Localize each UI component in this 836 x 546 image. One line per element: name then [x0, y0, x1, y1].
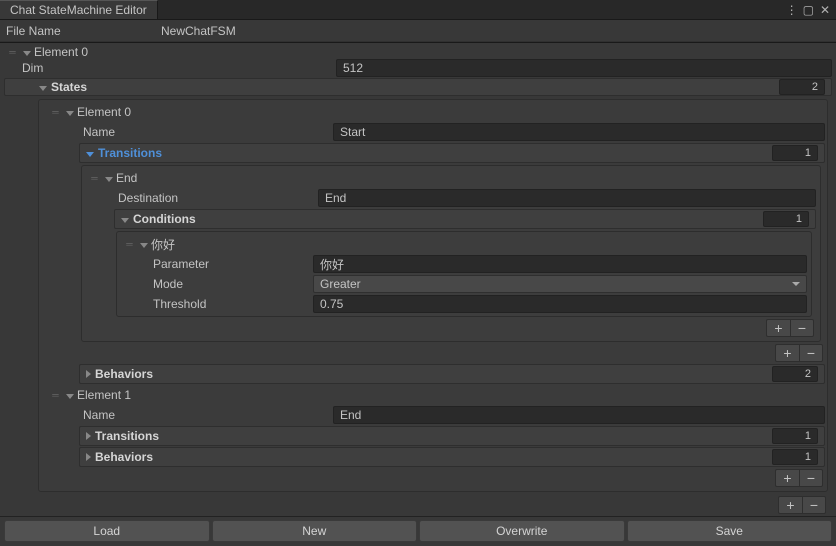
condition-0-header[interactable]: ═ 你好 — [121, 234, 807, 254]
transitions-header[interactable]: Transitions 1 — [79, 143, 825, 163]
window-tab[interactable]: Chat StateMachine Editor — [0, 0, 158, 19]
behaviors-1-label: Behaviors — [95, 450, 153, 464]
behaviors-0-header[interactable]: Behaviors 2 — [79, 364, 825, 384]
state-1-header[interactable]: ═ Element 1 — [41, 385, 825, 405]
menu-icon[interactable]: ⋮ — [786, 4, 797, 16]
mode-row: Mode Greater — [121, 274, 807, 294]
foldout-icon[interactable] — [86, 367, 91, 381]
remove-state-button[interactable]: − — [799, 469, 823, 487]
state-0-label: Element 0 — [77, 105, 131, 119]
remove-transition-button[interactable]: − — [799, 344, 823, 362]
behaviors-1-count[interactable]: 1 — [772, 449, 818, 465]
states-box: ═ Element 0 Name Transitions 1 ═ End Des… — [38, 99, 828, 492]
transitions-1-count[interactable]: 1 — [772, 428, 818, 444]
state-1-name-label: Name — [83, 408, 333, 422]
content-area: ═ Element 0 Dim States 2 ═ Element 0 Nam… — [0, 42, 836, 516]
states-header[interactable]: States 2 — [4, 78, 832, 96]
mode-dropdown[interactable]: Greater — [313, 275, 807, 293]
mode-label: Mode — [153, 277, 313, 291]
remove-condition-button[interactable]: − — [790, 319, 814, 337]
mode-value: Greater — [320, 277, 361, 291]
close-icon[interactable]: ✕ — [820, 4, 830, 16]
titlebar: Chat StateMachine Editor ⋮ ▢ ✕ — [0, 0, 836, 20]
transitions-box: ═ End Destination Conditions 1 ═ — [81, 165, 821, 342]
foldout-icon[interactable] — [121, 212, 129, 226]
destination-row: Destination — [86, 188, 816, 208]
transition-0-header[interactable]: ═ End — [86, 168, 816, 188]
transition-0-label: End — [116, 171, 137, 185]
file-name-label: File Name — [6, 24, 161, 38]
parameter-row: Parameter — [121, 254, 807, 274]
transitions-count[interactable]: 1 — [772, 145, 818, 161]
conditions-label: Conditions — [133, 212, 196, 226]
behaviors-0-label: Behaviors — [95, 367, 153, 381]
threshold-input[interactable] — [313, 295, 807, 313]
threshold-row: Threshold — [121, 294, 807, 314]
condition-0-label: 你好 — [151, 236, 175, 253]
window-title: Chat StateMachine Editor — [10, 3, 147, 17]
transitions-label: Transitions — [98, 146, 162, 160]
states-plusminus: + − — [43, 469, 823, 487]
file-name-row: File Name NewChatFSM — [0, 20, 836, 42]
state-1-name-row: Name — [41, 405, 825, 425]
drag-handle-icon[interactable]: ═ — [49, 390, 63, 400]
foldout-icon[interactable] — [86, 429, 91, 443]
conditions-plusminus: + − — [88, 319, 814, 337]
footer: Load New Overwrite Save — [0, 516, 836, 546]
add-transition-button[interactable]: + — [775, 344, 799, 362]
states-label: States — [51, 80, 87, 94]
state-1-name-input[interactable] — [333, 406, 825, 424]
drag-handle-icon[interactable]: ═ — [123, 239, 137, 249]
threshold-label: Threshold — [153, 297, 313, 311]
state-0-name-label: Name — [83, 125, 333, 139]
foldout-icon[interactable] — [39, 80, 47, 94]
new-button[interactable]: New — [212, 520, 418, 542]
overwrite-button[interactable]: Overwrite — [419, 520, 625, 542]
foldout-icon[interactable] — [102, 171, 116, 185]
chevron-down-icon — [792, 282, 800, 286]
dim-label: Dim — [22, 61, 196, 75]
behaviors-0-count[interactable]: 2 — [772, 366, 818, 382]
load-button[interactable]: Load — [4, 520, 210, 542]
element-0-label: Element 0 — [34, 45, 88, 59]
maximize-icon[interactable]: ▢ — [803, 4, 814, 16]
parameter-label: Parameter — [153, 257, 313, 271]
transitions-1-header[interactable]: Transitions 1 — [79, 426, 825, 446]
drag-handle-icon[interactable]: ═ — [88, 173, 102, 183]
dim-input[interactable] — [336, 59, 832, 77]
add-element-button[interactable]: + — [778, 496, 802, 514]
element-0-header[interactable]: ═ Element 0 — [4, 45, 832, 59]
save-button[interactable]: Save — [627, 520, 833, 542]
state-1-label: Element 1 — [77, 388, 131, 402]
dim-row: Dim — [4, 59, 832, 77]
drag-handle-icon[interactable]: ═ — [6, 47, 20, 57]
conditions-header[interactable]: Conditions 1 — [114, 209, 816, 229]
states-count[interactable]: 2 — [779, 79, 825, 95]
foldout-icon[interactable] — [63, 105, 77, 119]
parameter-input[interactable] — [313, 255, 807, 273]
destination-label: Destination — [118, 191, 318, 205]
add-state-button[interactable]: + — [775, 469, 799, 487]
remove-element-button[interactable]: − — [802, 496, 826, 514]
state-0-header[interactable]: ═ Element 0 — [41, 102, 825, 122]
foldout-icon[interactable] — [137, 237, 151, 251]
behaviors-1-header[interactable]: Behaviors 1 — [79, 447, 825, 467]
foldout-icon[interactable] — [86, 146, 94, 160]
state-0-name-row: Name — [41, 122, 825, 142]
add-condition-button[interactable]: + — [766, 319, 790, 337]
state-0-name-input[interactable] — [333, 123, 825, 141]
transitions-plusminus: + − — [43, 344, 823, 362]
file-name-value[interactable]: NewChatFSM — [161, 24, 236, 38]
foldout-icon[interactable] — [20, 45, 34, 59]
conditions-box: ═ 你好 Parameter Mode Greater Threshold — [116, 231, 812, 317]
destination-input[interactable] — [318, 189, 816, 207]
conditions-count[interactable]: 1 — [763, 211, 809, 227]
foldout-icon[interactable] — [63, 388, 77, 402]
transitions-1-label: Transitions — [95, 429, 159, 443]
elements-plusminus: + − — [6, 496, 826, 514]
foldout-icon[interactable] — [86, 450, 91, 464]
drag-handle-icon[interactable]: ═ — [49, 107, 63, 117]
